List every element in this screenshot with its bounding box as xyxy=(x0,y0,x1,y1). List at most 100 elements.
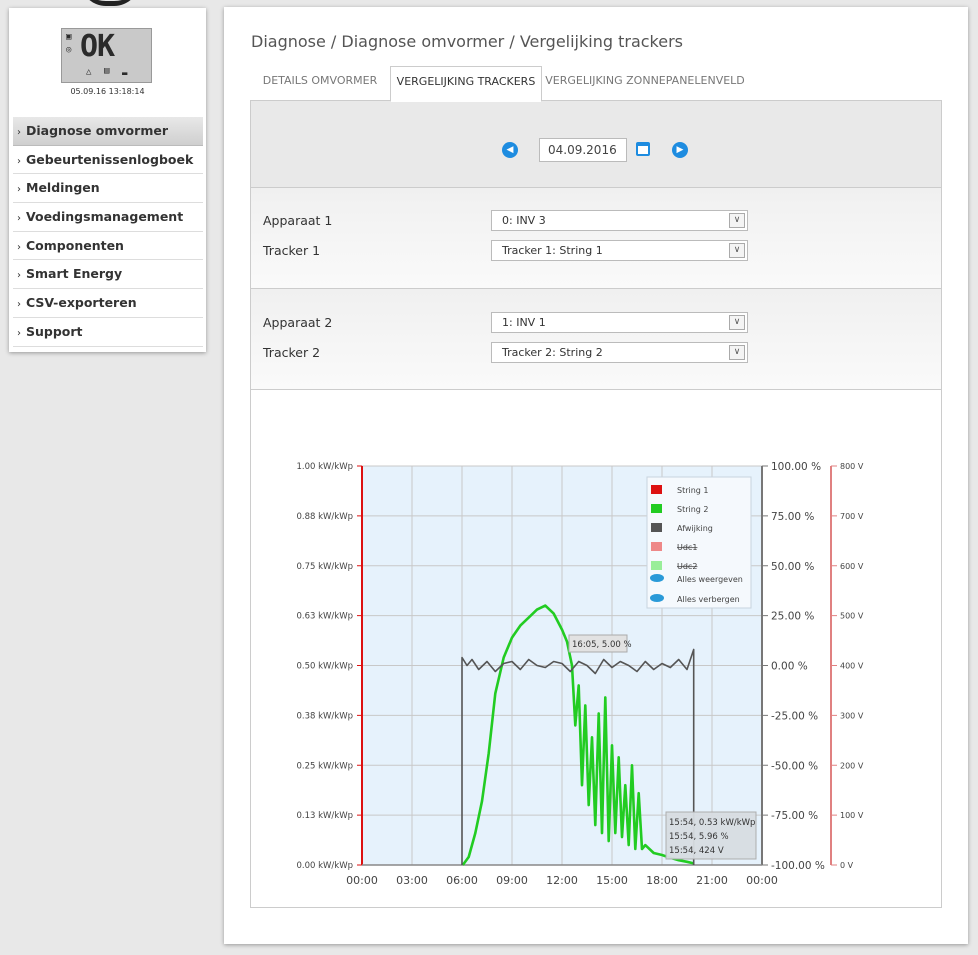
x-tick-label: 03:00 xyxy=(396,874,428,887)
legend-swatch xyxy=(651,523,662,532)
x-tick-label: 21:00 xyxy=(696,874,728,887)
apparaat1-select[interactable]: 0: INV 3 ∨ xyxy=(491,210,748,231)
sidebar-item-componenten[interactable]: › Componenten xyxy=(13,232,203,261)
tracker2-select[interactable]: Tracker 2: String 2 ∨ xyxy=(491,342,748,363)
chart-area: 00:00 03:00 06:00 09:00 12:00 15:00 18:00 21:00… xyxy=(251,391,941,907)
y-right-tick-label: 300 V xyxy=(840,711,864,720)
legend-swatch xyxy=(651,542,662,551)
calendar-icon[interactable] xyxy=(636,142,650,156)
sidebar-item-gebeurtenissenlogboek[interactable]: › Gebeurtenissenlogboek xyxy=(13,146,203,175)
sidebar-nav: › Diagnose omvormer › Gebeurtenissenlogboek… xyxy=(13,117,203,347)
x-tick-label: 06:00 xyxy=(446,874,478,887)
chevron-down-icon: ∨ xyxy=(729,315,745,330)
tracker1-select[interactable]: Tracker 1: String 1 ∨ xyxy=(491,240,748,261)
tracker2-value: Tracker 2: String 2 xyxy=(502,346,603,359)
sidebar-item-smart-energy[interactable]: › Smart Energy xyxy=(13,260,203,290)
sidebar-item-csv-exporteren[interactable]: › CSV-exporteren xyxy=(13,289,203,318)
chevron-right-icon: › xyxy=(17,155,21,167)
sidebar-item-label: Diagnose omvormer xyxy=(26,123,168,138)
lcd-status: OK xyxy=(80,29,115,64)
sidebar-item-meldingen[interactable]: › Meldingen xyxy=(13,174,203,204)
tab-details-omvormer[interactable]: DETAILS OMVORMER xyxy=(250,66,390,101)
chevron-down-icon: ∨ xyxy=(729,243,745,258)
y-right-tick-label: 100 V xyxy=(840,811,864,820)
tracker-comparison-chart: 00:00 03:00 06:00 09:00 12:00 15:00 18:00 21:00… xyxy=(296,461,864,887)
legend-swatch xyxy=(651,485,662,494)
y-left-tick-label: 0.38 kW/kWp xyxy=(296,711,353,721)
y-mid-tick-label: -50.00 % xyxy=(771,760,818,772)
x-tick-label: 00:00 xyxy=(746,874,778,887)
x-tick-label: 12:00 xyxy=(546,874,578,887)
y-left-tick-label: 0.50 kW/kWp xyxy=(296,662,353,672)
apparaat1-value: 0: INV 3 xyxy=(502,214,546,227)
y-left-tick-label: 0.75 kW/kWp xyxy=(296,562,353,572)
x-tick-label: 00:00 xyxy=(346,874,378,887)
y-mid-tick-label: -75.00 % xyxy=(771,810,818,822)
legend-label: Udc1 xyxy=(677,543,697,552)
main-content: Diagnose / Diagnose omvormer / Vergelijk… xyxy=(224,7,968,944)
date-selector: ◀ 04.09.2016 ▶ xyxy=(251,101,941,188)
y-mid-tick-label: -100.00 % xyxy=(771,860,825,872)
legend-show-all: Alles weergeven xyxy=(677,575,743,584)
sidebar-item-diagnose-omvormer[interactable]: › Diagnose omvormer xyxy=(13,117,203,146)
next-day-button[interactable]: ▶ xyxy=(672,142,688,158)
y-mid-tick-label: 0.00 % xyxy=(771,661,808,673)
apparaat2-select[interactable]: 1: INV 1 ∨ xyxy=(491,312,748,333)
chevron-right-icon: › xyxy=(17,241,21,253)
apparaat2-label: Apparaat 2 xyxy=(263,315,333,330)
sidebar-item-label: Support xyxy=(26,323,83,339)
tooltip-percent: 15:54, 5.96 % xyxy=(669,832,729,842)
chevron-right-icon: › xyxy=(17,327,21,339)
chevron-right-icon: › xyxy=(17,213,21,225)
lcd-meter-icon: ▤ xyxy=(104,66,110,76)
sidebar: ▣ ◎ OK △ ▤ ▬ 05.09.16 13:18:14 › Diagnose… xyxy=(9,8,206,352)
lcd-tower-icon: △ xyxy=(86,67,92,77)
chevron-right-icon: › xyxy=(17,127,21,138)
date-input[interactable]: 04.09.2016 xyxy=(539,138,627,162)
chevron-down-icon: ∨ xyxy=(729,345,745,360)
y-left-tick-label: 0.25 kW/kWp xyxy=(296,761,353,771)
sidebar-item-label: Voedingsmanagement xyxy=(26,209,184,225)
sidebar-item-label: Meldingen xyxy=(26,180,100,196)
chevron-right-icon: › xyxy=(17,270,21,282)
legend-swatch xyxy=(651,504,662,513)
status-display: ▣ ◎ OK △ ▤ ▬ xyxy=(61,28,152,83)
sidebar-item-label: Gebeurtenissenlogboek xyxy=(26,151,194,167)
tracker2-label: Tracker 2 xyxy=(263,345,321,360)
sidebar-item-voedingsmanagement[interactable]: › Voedingsmanagement xyxy=(13,203,203,232)
previous-day-button[interactable]: ◀ xyxy=(502,142,518,158)
legend-swatch xyxy=(651,561,662,570)
y-left-tick-label: 0.63 kW/kWp xyxy=(296,612,353,622)
y-right-tick-label: 500 V xyxy=(840,612,864,621)
y-mid-tick-label: 50.00 % xyxy=(771,561,814,573)
y-right-tick-label: 0 V xyxy=(840,861,854,870)
y-right-tick-label: 700 V xyxy=(840,512,864,521)
eye-hidden-icon xyxy=(650,594,664,602)
tooltip-power: 15:54, 0.53 kW/kWp xyxy=(669,818,755,828)
device2-section: Apparaat 2 1: INV 1 ∨ Tracker 2 Tracker … xyxy=(251,289,941,390)
logo-swoosh xyxy=(80,0,140,6)
legend-label: String 1 xyxy=(677,486,709,495)
lcd-pv-icon: ▣ xyxy=(66,32,72,42)
chevron-right-icon: › xyxy=(17,184,21,196)
y-mid-tick-label: 25.00 % xyxy=(771,611,814,623)
tab-vergelijking-zonnepanelenveld[interactable]: VERGELIJKING ZONNEPANELENVELD xyxy=(542,66,748,101)
x-tick-label: 09:00 xyxy=(496,874,528,887)
tracker1-label: Tracker 1 xyxy=(263,243,321,258)
tracker1-value: Tracker 1: String 1 xyxy=(502,244,603,257)
x-tick-label: 18:00 xyxy=(646,874,678,887)
y-mid-tick-label: 75.00 % xyxy=(771,511,814,523)
legend-hide-all: Alles verbergen xyxy=(677,595,740,604)
legend-label: Udc2 xyxy=(677,562,697,571)
tooltip-voltage: 15:54, 424 V xyxy=(669,846,724,856)
sidebar-item-support[interactable]: › Support xyxy=(13,318,203,347)
sidebar-item-label: Componenten xyxy=(26,237,124,253)
chevron-down-icon: ∨ xyxy=(729,213,745,228)
y-right-tick-label: 400 V xyxy=(840,662,864,671)
y-left-tick-label: 1.00 kW/kWp xyxy=(296,462,353,472)
tab-vergelijking-trackers[interactable]: VERGELIJKING TRACKERS xyxy=(390,66,542,102)
apparaat2-value: 1: INV 1 xyxy=(502,316,546,329)
chart-legend xyxy=(646,476,752,609)
sidebar-item-label: CSV-exporteren xyxy=(26,295,137,311)
legend-label: Afwijking xyxy=(677,524,713,533)
